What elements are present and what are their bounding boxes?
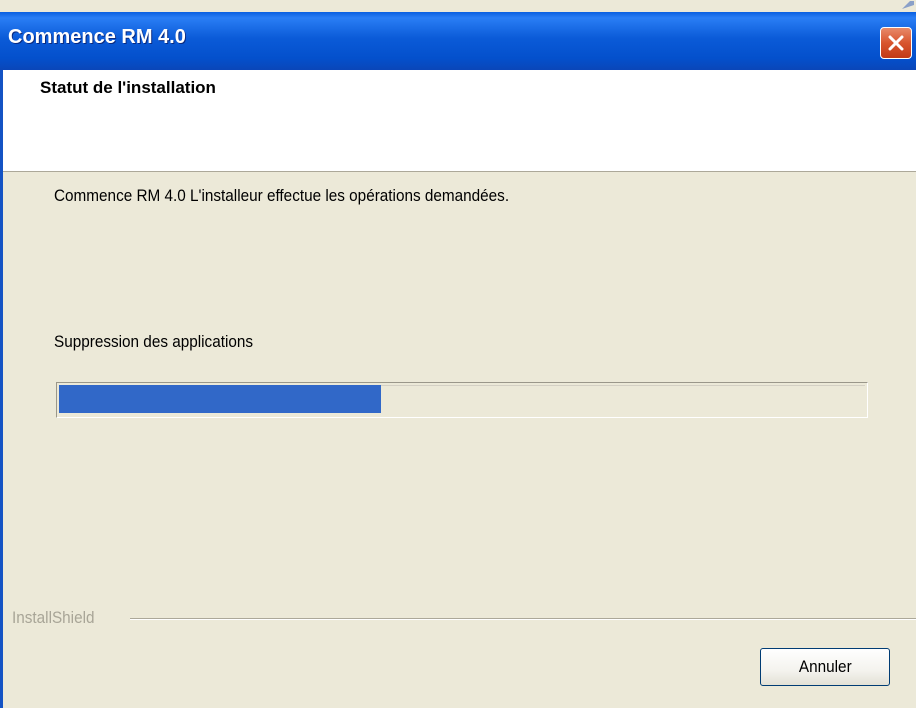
page-title: Statut de l'installation — [40, 78, 216, 97]
close-icon — [888, 35, 904, 51]
cancel-button-label: Annuler — [798, 657, 852, 676]
window-left-border — [0, 70, 3, 708]
brand-label: InstallShield — [12, 608, 95, 627]
window-title: Commence RM 4.0 — [8, 26, 186, 48]
status-message: Commence RM 4.0 L'installeur effectue le… — [54, 186, 510, 205]
cancel-button[interactable]: Annuler — [760, 648, 890, 686]
close-button[interactable] — [880, 27, 912, 59]
installer-window: Commence RM 4.0 Statut de l'installation… — [0, 0, 916, 708]
footer-divider — [130, 618, 916, 620]
title-bar[interactable]: Commence RM 4.0 — [0, 12, 916, 70]
window-corner-icon — [902, 1, 914, 9]
current-action-label: Suppression des applications — [54, 332, 254, 351]
progress-bar — [56, 382, 868, 418]
progress-fill — [59, 385, 381, 413]
dialog-header: Statut de l'installation — [0, 70, 916, 172]
